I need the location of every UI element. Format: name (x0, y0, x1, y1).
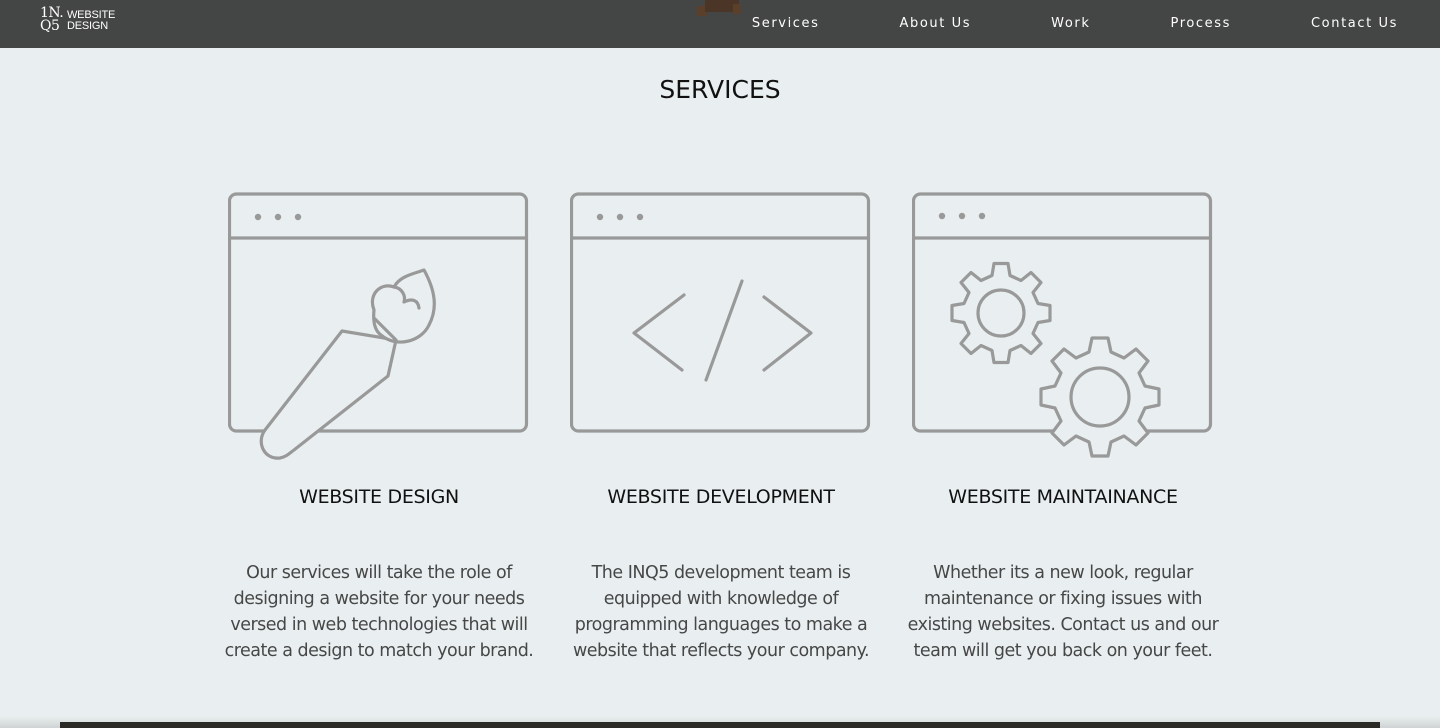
nav-work[interactable]: Work (1051, 16, 1090, 31)
nav-contact-us[interactable]: Contact Us (1311, 16, 1398, 31)
top-navbar: 1N. Q5 WEBSITE DESIGN Services About Us … (0, 0, 1440, 48)
small-gear-icon (950, 261, 1052, 365)
main-nav: Services About Us Work Process Contact U… (752, 0, 1398, 46)
service-description: The INQ5 development team is equipped wi… (572, 563, 870, 661)
large-gear-icon (1039, 336, 1161, 458)
next-section-edge (60, 722, 1380, 728)
services-heading: SERVICES (659, 75, 781, 104)
nav-about-us[interactable]: About Us (900, 16, 972, 31)
browser-paintbrush-icon (228, 192, 529, 460)
browser-code-icon (570, 192, 871, 433)
logo-mark-line2: Q5 (40, 18, 60, 34)
service-description: Whether its a new look, regular maintena… (907, 563, 1219, 661)
service-title: WEBSITE MAINTAINANCE (948, 486, 1178, 508)
logo-text-line2: DESIGN (67, 20, 108, 32)
nav-decoration-icon (697, 0, 741, 16)
nav-services[interactable]: Services (752, 16, 820, 31)
logo-text: WEBSITE DESIGN (67, 10, 115, 32)
nav-process[interactable]: Process (1170, 16, 1231, 31)
logo-mark: 1N. Q5 (40, 6, 68, 34)
browser-gears-icon (912, 192, 1213, 458)
service-title: WEBSITE DESIGN (299, 486, 459, 508)
service-title: WEBSITE DEVELOPMENT (607, 486, 835, 508)
service-description: Our services will take the role of desig… (224, 563, 534, 661)
site-logo[interactable]: 1N. Q5 WEBSITE DESIGN (40, 6, 130, 37)
